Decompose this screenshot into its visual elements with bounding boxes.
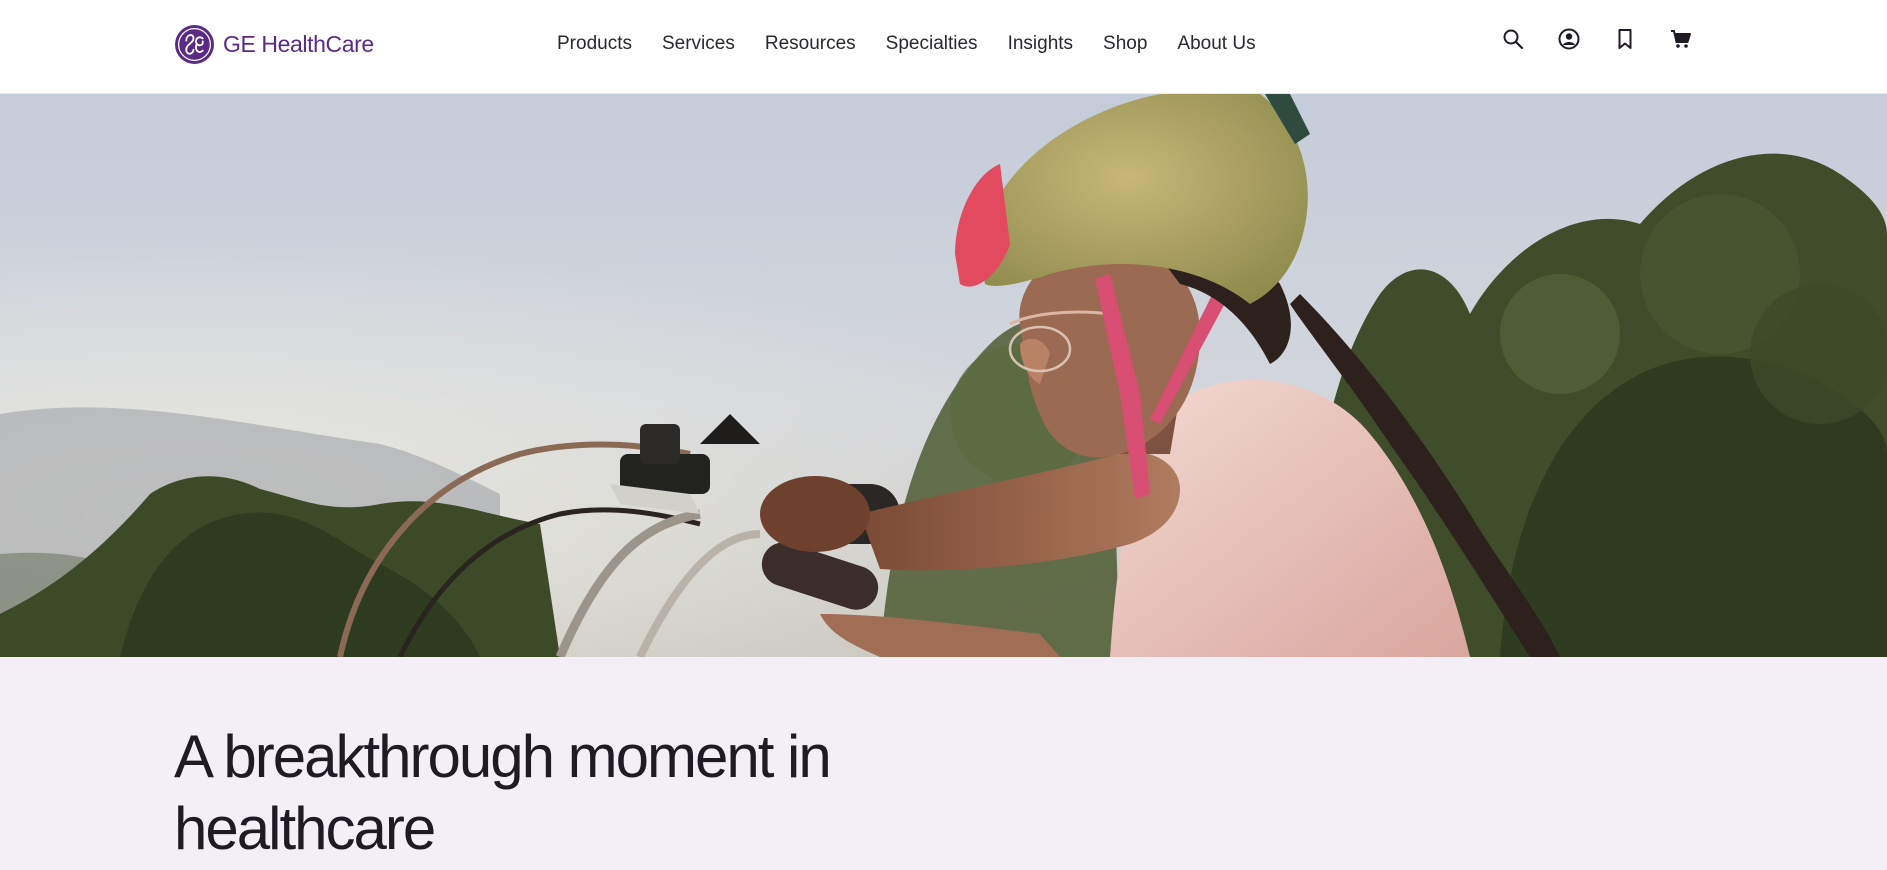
nav-item-resources[interactable]: Resources bbox=[765, 30, 856, 58]
utility-bar bbox=[1500, 24, 1694, 54]
brand-logo[interactable]: GE HealthCare bbox=[174, 24, 374, 64]
headline-section: A breakthrough moment in healthcare bbox=[0, 657, 1887, 870]
bookmark-icon bbox=[1618, 29, 1632, 49]
brand-name: GE HealthCare bbox=[223, 30, 374, 57]
nav-item-products[interactable]: Products bbox=[557, 30, 632, 58]
nav-item-shop[interactable]: Shop bbox=[1103, 30, 1147, 58]
nav-item-about-us[interactable]: About Us bbox=[1177, 30, 1255, 58]
hero-image bbox=[0, 94, 1887, 657]
search-icon bbox=[1503, 29, 1524, 50]
main-navigation: Products Services Resources Specialties … bbox=[557, 30, 1256, 58]
site-header: GE HealthCare Products Services Resource… bbox=[0, 0, 1887, 94]
cart-button[interactable] bbox=[1668, 24, 1694, 54]
account-button[interactable] bbox=[1556, 24, 1582, 54]
nav-item-insights[interactable]: Insights bbox=[1008, 30, 1073, 58]
cart-icon bbox=[1671, 30, 1691, 48]
ge-monogram-icon bbox=[175, 24, 214, 64]
page-headline: A breakthrough moment in healthcare bbox=[174, 723, 832, 862]
search-button[interactable] bbox=[1500, 24, 1526, 54]
bookmark-button[interactable] bbox=[1612, 24, 1638, 54]
nav-item-specialties[interactable]: Specialties bbox=[886, 30, 978, 58]
account-icon bbox=[1558, 28, 1580, 50]
girl-on-bicycle-illustration bbox=[0, 94, 1887, 657]
nav-item-services[interactable]: Services bbox=[662, 30, 735, 58]
